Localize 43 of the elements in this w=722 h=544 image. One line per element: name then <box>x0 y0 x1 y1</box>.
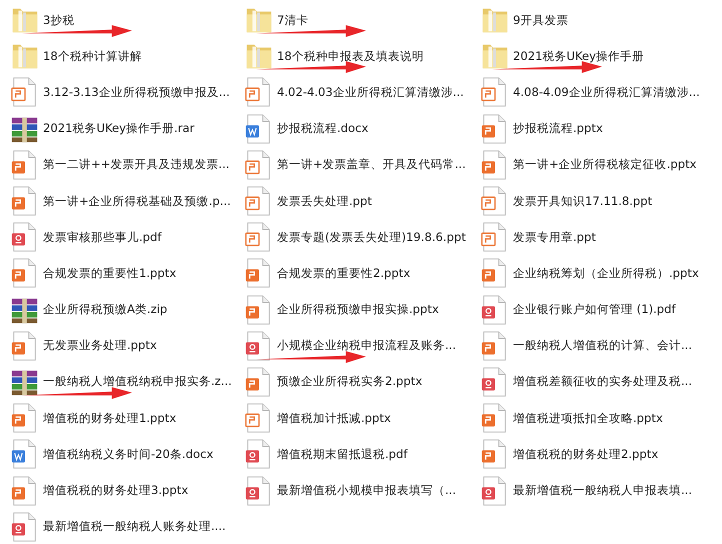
file-name[interactable]: 发票专题(发票丢失处理)19.8.6.ppt <box>277 230 466 245</box>
file-name[interactable]: 3抄税 <box>43 12 74 28</box>
file-name[interactable]: 企业银行账户如何管理 (1).pdf <box>513 302 676 318</box>
file-name[interactable]: 4.08-4.09企业所得税汇算清缴涉... <box>513 84 700 100</box>
file-name[interactable]: 增值税进项抵扣全攻略.pptx <box>513 410 663 426</box>
file-name[interactable]: 9开具发票 <box>513 12 568 28</box>
file-name[interactable]: 增值税期末留抵退税.pdf <box>277 446 408 462</box>
file-name[interactable]: 预缴企业所得税实务2.pptx <box>277 374 422 390</box>
file-name[interactable]: 企业所得税预缴A类.zip <box>43 302 168 318</box>
file-name[interactable]: 增值税加计抵减.pptx <box>277 410 391 426</box>
file-name[interactable]: 增值税纳税义务时间-20条.docx <box>43 446 214 462</box>
file-name[interactable]: 最新增值税一般纳税人申报表填... <box>513 483 692 498</box>
file-name[interactable]: 一般纳税人增值税的计算、会计... <box>513 338 692 354</box>
file-name[interactable]: 18个税种申报表及填表说明 <box>277 48 424 64</box>
file-name[interactable]: 第一讲+企业所得税核定征收.pptx <box>513 157 697 172</box>
file-name[interactable]: 无发票业务处理.pptx <box>43 338 157 354</box>
file-name[interactable]: 2021税务UKey操作手册.rar <box>43 121 194 136</box>
file-name[interactable]: 发票开具知识17.11.8.ppt <box>513 194 652 209</box>
file-name[interactable]: 3.12-3.13企业所得税预缴申报及... <box>43 84 230 100</box>
file-name[interactable]: 增值税税的财务处理2.pptx <box>513 446 658 462</box>
file-name[interactable]: 第一讲+发票盖章、开具及代码常... <box>277 157 466 172</box>
file-name[interactable]: 发票专用章.ppt <box>513 230 596 245</box>
file-name[interactable]: 最新增值税一般纳税人账务处理.... <box>43 519 226 534</box>
file-name[interactable]: 小规模企业纳税申报流程及账务... <box>277 338 456 354</box>
file-name[interactable]: 18个税种计算讲解 <box>43 48 142 64</box>
file-name[interactable]: 抄报税流程.docx <box>277 121 368 136</box>
file-name[interactable]: 合规发票的重要性2.pptx <box>277 266 410 281</box>
file-name[interactable]: 第一讲+企业所得税基础及预缴.p... <box>43 194 231 209</box>
file-name[interactable]: 合规发票的重要性1.pptx <box>43 266 176 281</box>
file-name[interactable]: 一般纳税人增值税纳税申报实务.z... <box>43 374 232 390</box>
file-name[interactable]: 2021税务UKey操作手册 <box>513 48 644 64</box>
file-name[interactable]: 发票审核那些事儿.pdf <box>43 230 162 245</box>
file-name[interactable]: 最新增值税小规模申报表填写（... <box>277 483 456 498</box>
file-name[interactable]: 第一二讲++发票开具及违规发票... <box>43 157 230 172</box>
file-name[interactable]: 企业所得税预缴申报实操.pptx <box>277 302 439 318</box>
file-name[interactable]: 增值税差额征收的实务处理及税... <box>513 374 692 390</box>
file-name[interactable]: 4.02-4.03企业所得税汇算清缴涉... <box>277 84 464 100</box>
file-name[interactable]: 增值税的财务处理1.pptx <box>43 410 176 426</box>
file-name[interactable]: 发票丢失处理.ppt <box>277 194 372 209</box>
file-name[interactable]: 企业纳税筹划（企业所得税）.pptx <box>513 266 699 281</box>
file-name[interactable]: 增值税税的财务处理3.pptx <box>43 483 188 498</box>
file-name[interactable]: 7清卡 <box>277 12 308 28</box>
file-name[interactable]: 抄报税流程.pptx <box>513 121 603 136</box>
